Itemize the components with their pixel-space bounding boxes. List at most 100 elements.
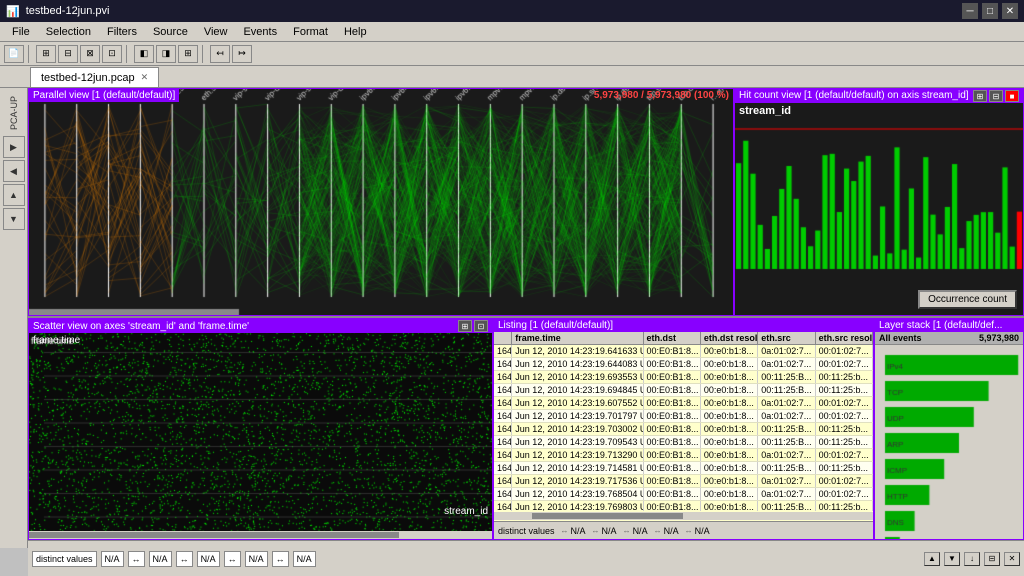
scatter-scrollbar-thumb[interactable]: [29, 532, 399, 538]
status-btn-close[interactable]: ✕: [1004, 552, 1020, 566]
listing-row[interactable]: 164568 Jun 12, 2010 14:23:19.769803 UTC …: [494, 501, 873, 511]
toolbar-btn-1[interactable]: ⊞: [36, 45, 56, 63]
hit-ctrl-btn-2[interactable]: ⊟: [989, 90, 1003, 102]
menu-source[interactable]: Source: [145, 24, 196, 40]
hit-count-canvas[interactable]: [735, 89, 1023, 289]
cell-time: Jun 12, 2010 14:23:19.709543 UTC: [512, 436, 643, 448]
menu-view[interactable]: View: [196, 24, 236, 40]
cell-time: Jun 12, 2010 14:23:19.703002 UTC: [512, 423, 643, 435]
tab-close-icon[interactable]: ✕: [141, 72, 149, 83]
menu-file[interactable]: File: [4, 24, 38, 40]
cell-eth-src: 00:11:25:B...: [758, 462, 815, 474]
listing-row[interactable]: 164519 Jun 12, 2010 14:23:19.694845 UTC …: [494, 384, 873, 397]
menu-filters[interactable]: Filters: [99, 24, 145, 40]
toolbar-btn-7[interactable]: ⊞: [178, 45, 198, 63]
toolbar-btn-6[interactable]: ◨: [156, 45, 176, 63]
hit-ctrl-btn-1[interactable]: ⊞: [973, 90, 987, 102]
status-btn-3[interactable]: ↓: [964, 552, 980, 566]
status-btn-2[interactable]: ▼: [944, 552, 960, 566]
cell-eth-src-r: 00:11:25:b...: [816, 436, 873, 448]
parallel-view-count: 5,973,980 / 5,973,980 (100 %): [594, 90, 729, 101]
listing-row[interactable]: 164516 Jun 12, 2010 14:23:19.641633 UTC …: [494, 345, 873, 358]
listing-scrollbar-h[interactable]: [494, 512, 873, 520]
minimize-button[interactable]: ─: [962, 3, 978, 19]
scatter-btn-1[interactable]: ⊞: [458, 320, 472, 332]
cell-eth-dst: 00:E0:B1:8...: [644, 449, 701, 461]
toolbar-btn-9[interactable]: ↦: [232, 45, 252, 63]
sidebar-btn-3[interactable]: ▲: [3, 184, 25, 206]
cell-time: Jun 12, 2010 14:23:19.768504 UTC: [512, 488, 643, 500]
col-frame-time[interactable]: frame.time: [512, 332, 643, 344]
cell-id: 164566: [494, 475, 512, 487]
listing-row[interactable]: 164562 Jun 12, 2010 14:23:19.703002 UTC …: [494, 423, 873, 436]
scatter-btn-2[interactable]: ⊡: [474, 320, 488, 332]
stream-id-axis-label: stream_id: [444, 506, 488, 517]
toolbar: 📄 ⊞ ⊟ ⊠ ⊡ ◧ ◨ ⊞ ↤ ↦: [0, 42, 1024, 66]
col-eth-src[interactable]: eth.src: [758, 332, 815, 344]
scatter-canvas[interactable]: [29, 319, 492, 540]
status-item-6: N/A: [293, 551, 316, 567]
sidebar-btn-4[interactable]: ▼: [3, 208, 25, 230]
close-button[interactable]: ✕: [1002, 3, 1018, 19]
maximize-button[interactable]: □: [982, 3, 998, 19]
listing-row[interactable]: 164517 Jun 12, 2010 14:23:19.644083 UTC …: [494, 358, 873, 371]
footer-item-4: ↔ N/A: [654, 526, 679, 536]
cell-eth-src-r: 00:11:25:b...: [816, 371, 873, 383]
listing-row[interactable]: 164563 Jun 12, 2010 14:23:19.709543 UTC …: [494, 436, 873, 449]
col-eth-src-resol[interactable]: eth.src resol a: [816, 332, 873, 344]
menu-selection[interactable]: Selection: [38, 24, 99, 40]
sidebar-btn-1[interactable]: ▶: [3, 136, 25, 158]
listing-row[interactable]: 164566 Jun 12, 2010 14:23:19.717536 UTC …: [494, 475, 873, 488]
top-row: Parallel view [1 (default/default)] 5,97…: [28, 88, 1024, 318]
cell-eth-src: 00:11:25:B...: [758, 371, 815, 383]
sidebar-label: PCA-UP: [7, 92, 21, 134]
cell-eth-dst-r: 00:e0:b1:8...: [701, 423, 758, 435]
toolbar-btn-5[interactable]: ◧: [134, 45, 154, 63]
sidebar-btn-2[interactable]: ◀: [3, 160, 25, 182]
listing-row[interactable]: 164565 Jun 12, 2010 14:23:19.714581 UTC …: [494, 462, 873, 475]
menu-events[interactable]: Events: [235, 24, 285, 40]
toolbar-btn-2[interactable]: ⊟: [58, 45, 78, 63]
layer-stack-view: Layer stack [1 (default/def... All event…: [874, 318, 1024, 540]
cell-eth-src: 0a:01:02:7...: [758, 449, 815, 461]
cell-eth-dst-r: 00:e0:b1:8...: [701, 449, 758, 461]
status-arrow-3: ↔: [224, 551, 241, 567]
toolbar-btn-8[interactable]: ↤: [210, 45, 230, 63]
col-eth-dst-resol[interactable]: eth.dst resol: [701, 332, 758, 344]
cell-eth-src-r: 00:11:25:b...: [816, 501, 873, 511]
footer-item-3: ↔ N/A: [623, 526, 648, 536]
toolbar-btn-3[interactable]: ⊠: [80, 45, 100, 63]
tab-pcap[interactable]: testbed-12jun.pcap ✕: [30, 67, 159, 87]
hit-ctrl-btn-3[interactable]: ■: [1005, 90, 1019, 102]
listing-rows-container: 164516 Jun 12, 2010 14:23:19.641633 UTC …: [494, 345, 873, 511]
status-item-2: N/A: [101, 551, 124, 567]
col-eth-dst[interactable]: eth.dst: [644, 332, 701, 344]
parallel-canvas[interactable]: [29, 89, 729, 316]
status-item-3: N/A: [149, 551, 172, 567]
cell-eth-dst-r: 00:e0:b1:8...: [701, 501, 758, 511]
status-btn-4[interactable]: ⊟: [984, 552, 1000, 566]
menu-format[interactable]: Format: [285, 24, 336, 40]
cell-eth-src-r: 00:11:25:b...: [816, 423, 873, 435]
scatter-scrollbar[interactable]: [29, 531, 492, 539]
menu-help[interactable]: Help: [336, 24, 375, 40]
toolbar-new-btn[interactable]: 📄: [4, 45, 24, 63]
listing-row[interactable]: 164567 Jun 12, 2010 14:23:19.768504 UTC …: [494, 488, 873, 501]
listing-row[interactable]: 164560 Jun 12, 2010 14:23:19.607552 UTC …: [494, 397, 873, 410]
status-btn-1[interactable]: ▲: [924, 552, 940, 566]
cell-eth-dst: 00:E0:B1:8...: [644, 371, 701, 383]
main-content: Parallel view [1 (default/default)] 5,97…: [28, 88, 1024, 540]
cell-eth-dst-r: 00:e0:b1:8...: [701, 397, 758, 409]
listing-scrollbar-h-thumb[interactable]: [532, 513, 684, 519]
cell-eth-dst-r: 00:e0:b1:8...: [701, 475, 758, 487]
listing-footer: distinct values ↔ N/A ↔ N/A ↔ N/A ↔ N/A: [494, 521, 873, 539]
occurrence-count-button[interactable]: Occurrence count: [918, 290, 1017, 309]
listing-row[interactable]: 164561 Jun 12, 2010 14:23:19.701797 UTC …: [494, 410, 873, 423]
footer-item-2: ↔ N/A: [592, 526, 617, 536]
stream-id-label: stream_id: [739, 105, 791, 117]
toolbar-btn-4[interactable]: ⊡: [102, 45, 122, 63]
cell-time: Jun 12, 2010 14:23:19.717536 UTC: [512, 475, 643, 487]
hit-count-title: Hit count view [1 (default/default) on a…: [735, 89, 1023, 103]
listing-row[interactable]: 164518 Jun 12, 2010 14:23:19.693553 UTC …: [494, 371, 873, 384]
listing-row[interactable]: 164564 Jun 12, 2010 14:23:19.713290 UTC …: [494, 449, 873, 462]
